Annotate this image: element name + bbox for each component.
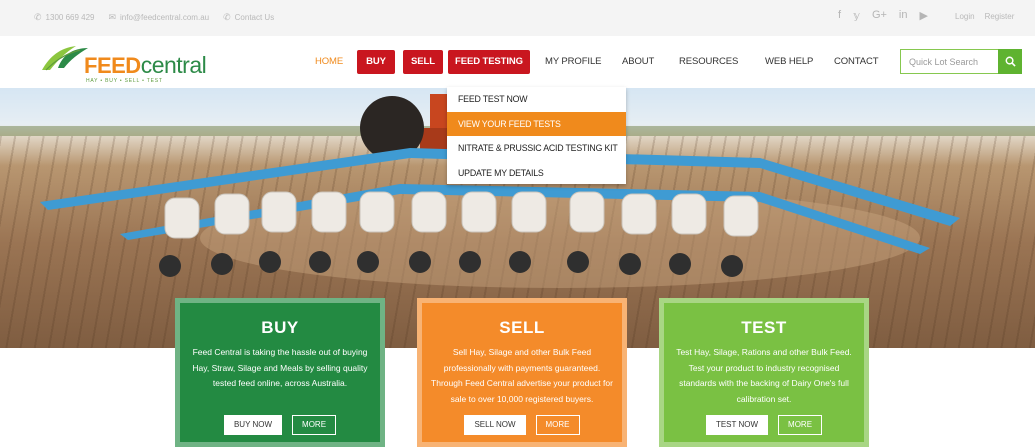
logo-tagline: HAY • BUY • SELL • TEST: [86, 78, 163, 84]
sell-card-text: Sell Hay, Silage and other Bulk Feed pro…: [431, 347, 613, 404]
buy-card-actions: BUY NOW MORE: [175, 415, 385, 435]
nav-web-help[interactable]: WEB HELP: [765, 50, 813, 74]
nav-home[interactable]: HOME: [315, 50, 343, 74]
sell-card-actions: SELL NOW MORE: [417, 415, 627, 435]
buy-now-button[interactable]: BUY NOW: [223, 415, 283, 435]
test-more-button[interactable]: MORE: [778, 415, 823, 435]
test-card-actions: TEST NOW MORE: [659, 415, 869, 435]
test-card-title: TEST: [741, 318, 787, 337]
test-card-text: Test Hay, Silage, Rations and other Bulk…: [676, 347, 852, 404]
register-link[interactable]: Register: [985, 12, 1015, 21]
buy-more-button[interactable]: MORE: [292, 415, 337, 435]
dropdown-update-my-details[interactable]: UPDATE MY DETAILS: [447, 161, 626, 186]
nav-contact[interactable]: CONTACT: [834, 50, 879, 74]
sell-card: SELL Sell Hay, Silage and other Bulk Fee…: [417, 298, 627, 447]
sell-now-button[interactable]: SELL NOW: [464, 415, 526, 435]
dropdown-feed-test-now[interactable]: FEED TEST NOW: [447, 87, 626, 112]
buy-card: BUY Feed Central is taking the hassle ou…: [175, 298, 385, 447]
email-address: info@feedcentral.com.au: [120, 13, 210, 22]
buy-card-text: Feed Central is taking the hassle out of…: [192, 347, 368, 388]
linkedin-icon[interactable]: in: [899, 9, 908, 22]
facebook-icon[interactable]: f: [838, 9, 841, 22]
search-input[interactable]: [900, 49, 998, 74]
search-icon: [1005, 56, 1016, 67]
nav-about[interactable]: ABOUT: [622, 50, 654, 74]
site-header: FEEDcentral HAY • BUY • SELL • TEST HOME…: [0, 36, 1035, 88]
youtube-icon[interactable]: ▶: [919, 9, 927, 22]
phone-number: 1300 669 429: [45, 13, 95, 22]
logo-wordmark: FEEDcentral: [84, 52, 207, 79]
quick-lot-search: [900, 49, 1022, 74]
nav-buy[interactable]: BUY: [357, 50, 395, 74]
phone-icon: ✆: [34, 12, 42, 22]
twitter-icon[interactable]: 𝕪: [853, 9, 860, 22]
test-card: TEST Test Hay, Silage, Rations and other…: [659, 298, 869, 447]
buy-card-title: BUY: [261, 318, 299, 337]
nav-feed-testing[interactable]: FEED TESTING: [448, 50, 530, 74]
phone-link[interactable]: ✆ 1300 669 429: [34, 12, 94, 23]
sell-more-button[interactable]: MORE: [535, 415, 580, 435]
contact-us-label: Contact Us: [234, 13, 275, 22]
search-button[interactable]: [998, 49, 1022, 74]
site-logo[interactable]: FEEDcentral HAY • BUY • SELL • TEST: [36, 42, 207, 84]
nav-sell[interactable]: SELL: [403, 50, 443, 74]
login-link[interactable]: Login: [955, 12, 975, 21]
dropdown-view-your-feed-tests[interactable]: VIEW YOUR FEED TESTS: [447, 111, 626, 136]
sell-card-title: SELL: [499, 318, 545, 337]
social-links: f 𝕪 G+ in ▶: [838, 9, 928, 22]
google-plus-icon[interactable]: G+: [872, 9, 887, 22]
dropdown-nitrate-prussic-kit[interactable]: NITRATE & PRUSSIC ACID TESTING KIT: [447, 136, 626, 161]
feed-testing-dropdown: FEED TEST NOW VIEW YOUR FEED TESTS NITRA…: [447, 87, 626, 184]
mail-icon: ✉: [108, 12, 117, 22]
auth-links: Login Register: [955, 12, 1014, 21]
test-now-button[interactable]: TEST NOW: [705, 415, 769, 435]
phone-icon: ✆: [223, 12, 231, 22]
contact-info: ✆ 1300 669 429 ✉ info@feedcentral.com.au…: [34, 12, 274, 23]
contact-us-link[interactable]: ✆ Contact Us: [223, 12, 274, 23]
nav-my-profile[interactable]: MY PROFILE: [545, 50, 601, 74]
nav-resources[interactable]: RESOURCES: [679, 50, 738, 74]
email-link[interactable]: ✉ info@feedcentral.com.au: [108, 12, 209, 23]
top-bar: ✆ 1300 669 429 ✉ info@feedcentral.com.au…: [0, 0, 1035, 36]
logo-central: central: [140, 52, 207, 78]
logo-feed: FEED: [84, 53, 141, 78]
